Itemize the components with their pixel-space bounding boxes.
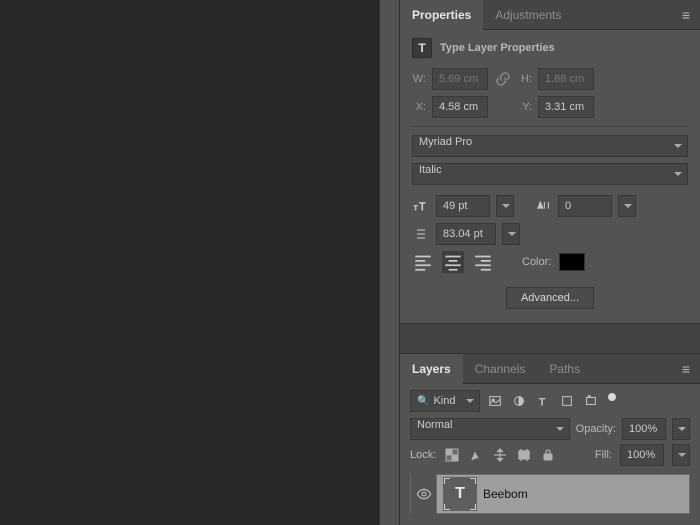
- layers-body: 🔍Kind T Normal Opacity: Lock:: [400, 384, 700, 525]
- blend-mode-dropdown[interactable]: Normal: [410, 418, 570, 440]
- text-color-swatch[interactable]: [559, 253, 585, 271]
- layer-thumbnail: T: [443, 477, 477, 511]
- tab-properties[interactable]: Properties: [400, 0, 483, 30]
- align-right-button[interactable]: [472, 251, 494, 273]
- font-size-icon: TT: [412, 197, 430, 215]
- right-panels: Properties Adjustments ≡ T Type Layer Pr…: [400, 0, 700, 525]
- font-size-dropdown[interactable]: [496, 195, 514, 217]
- align-left-button[interactable]: [412, 251, 434, 273]
- fill-label: Fill:: [595, 449, 612, 461]
- lock-transparency-icon[interactable]: [444, 447, 460, 463]
- opacity-input[interactable]: [622, 418, 666, 440]
- layer-name[interactable]: Beebom: [483, 487, 528, 501]
- filter-smart-icon[interactable]: [582, 393, 600, 409]
- lock-all-icon[interactable]: [540, 447, 556, 463]
- filter-kind-dropdown[interactable]: 🔍Kind: [410, 390, 480, 412]
- layers-tabbar: Layers Channels Paths ≡: [400, 354, 700, 384]
- canvas-area: [0, 0, 379, 525]
- type-layer-icon: T: [412, 38, 432, 58]
- svg-text:T: T: [419, 201, 426, 213]
- tab-channels[interactable]: Channels: [463, 354, 538, 384]
- leading-input[interactable]: [436, 223, 496, 245]
- x-label: X:: [412, 101, 426, 113]
- width-label: W:: [412, 73, 426, 85]
- tab-adjustments[interactable]: Adjustments: [483, 0, 573, 30]
- leading-dropdown[interactable]: [502, 223, 520, 245]
- height-label: H:: [518, 73, 532, 85]
- color-label: Color:: [522, 256, 551, 268]
- tracking-icon: [534, 197, 552, 215]
- properties-tabbar: Properties Adjustments ≡: [400, 0, 700, 30]
- filter-pixel-icon[interactable]: [486, 393, 504, 409]
- lock-image-icon[interactable]: [468, 447, 484, 463]
- font-size-input[interactable]: [436, 195, 490, 217]
- divider: [412, 126, 688, 127]
- svg-text:T: T: [539, 396, 546, 408]
- opacity-dropdown[interactable]: [672, 418, 690, 440]
- filter-toggle[interactable]: [608, 393, 616, 401]
- x-input[interactable]: [432, 96, 488, 118]
- panel-gutter: [379, 0, 400, 525]
- advanced-button[interactable]: Advanced...: [506, 287, 594, 309]
- type-icon: T: [455, 485, 465, 503]
- layers-panel-menu-button[interactable]: ≡: [672, 361, 700, 377]
- fill-dropdown[interactable]: [672, 444, 690, 466]
- fill-input[interactable]: [620, 444, 664, 466]
- tracking-input[interactable]: [558, 195, 612, 217]
- lock-position-icon[interactable]: [492, 447, 508, 463]
- font-family-dropdown[interactable]: Myriad Pro: [412, 135, 688, 157]
- panel-gap: [400, 324, 700, 354]
- layer-row[interactable]: T Beebom: [410, 474, 690, 514]
- height-input[interactable]: [538, 68, 594, 90]
- tab-paths[interactable]: Paths: [537, 354, 592, 384]
- width-input[interactable]: [432, 68, 488, 90]
- lock-artboard-icon[interactable]: [516, 447, 532, 463]
- svg-text:T: T: [414, 205, 418, 212]
- y-label: Y:: [518, 101, 532, 113]
- search-icon: 🔍: [417, 396, 429, 407]
- font-style-dropdown[interactable]: Italic: [412, 163, 688, 185]
- visibility-toggle[interactable]: [411, 474, 437, 514]
- tracking-dropdown[interactable]: [618, 195, 636, 217]
- lock-label: Lock:: [410, 449, 436, 461]
- filter-type-icon[interactable]: T: [534, 393, 552, 409]
- tab-layers[interactable]: Layers: [400, 354, 463, 384]
- filter-adjustment-icon[interactable]: [510, 393, 528, 409]
- leading-icon: [412, 225, 430, 243]
- opacity-label: Opacity:: [576, 423, 616, 435]
- filter-shape-icon[interactable]: [558, 393, 576, 409]
- align-center-button[interactable]: [442, 251, 464, 273]
- panel-menu-button[interactable]: ≡: [672, 7, 700, 23]
- y-input[interactable]: [538, 96, 594, 118]
- constrain-proportions-icon[interactable]: [494, 72, 512, 86]
- properties-section-title: Type Layer Properties: [440, 42, 555, 54]
- properties-body: T Type Layer Properties W: H: X: Y:: [400, 30, 700, 324]
